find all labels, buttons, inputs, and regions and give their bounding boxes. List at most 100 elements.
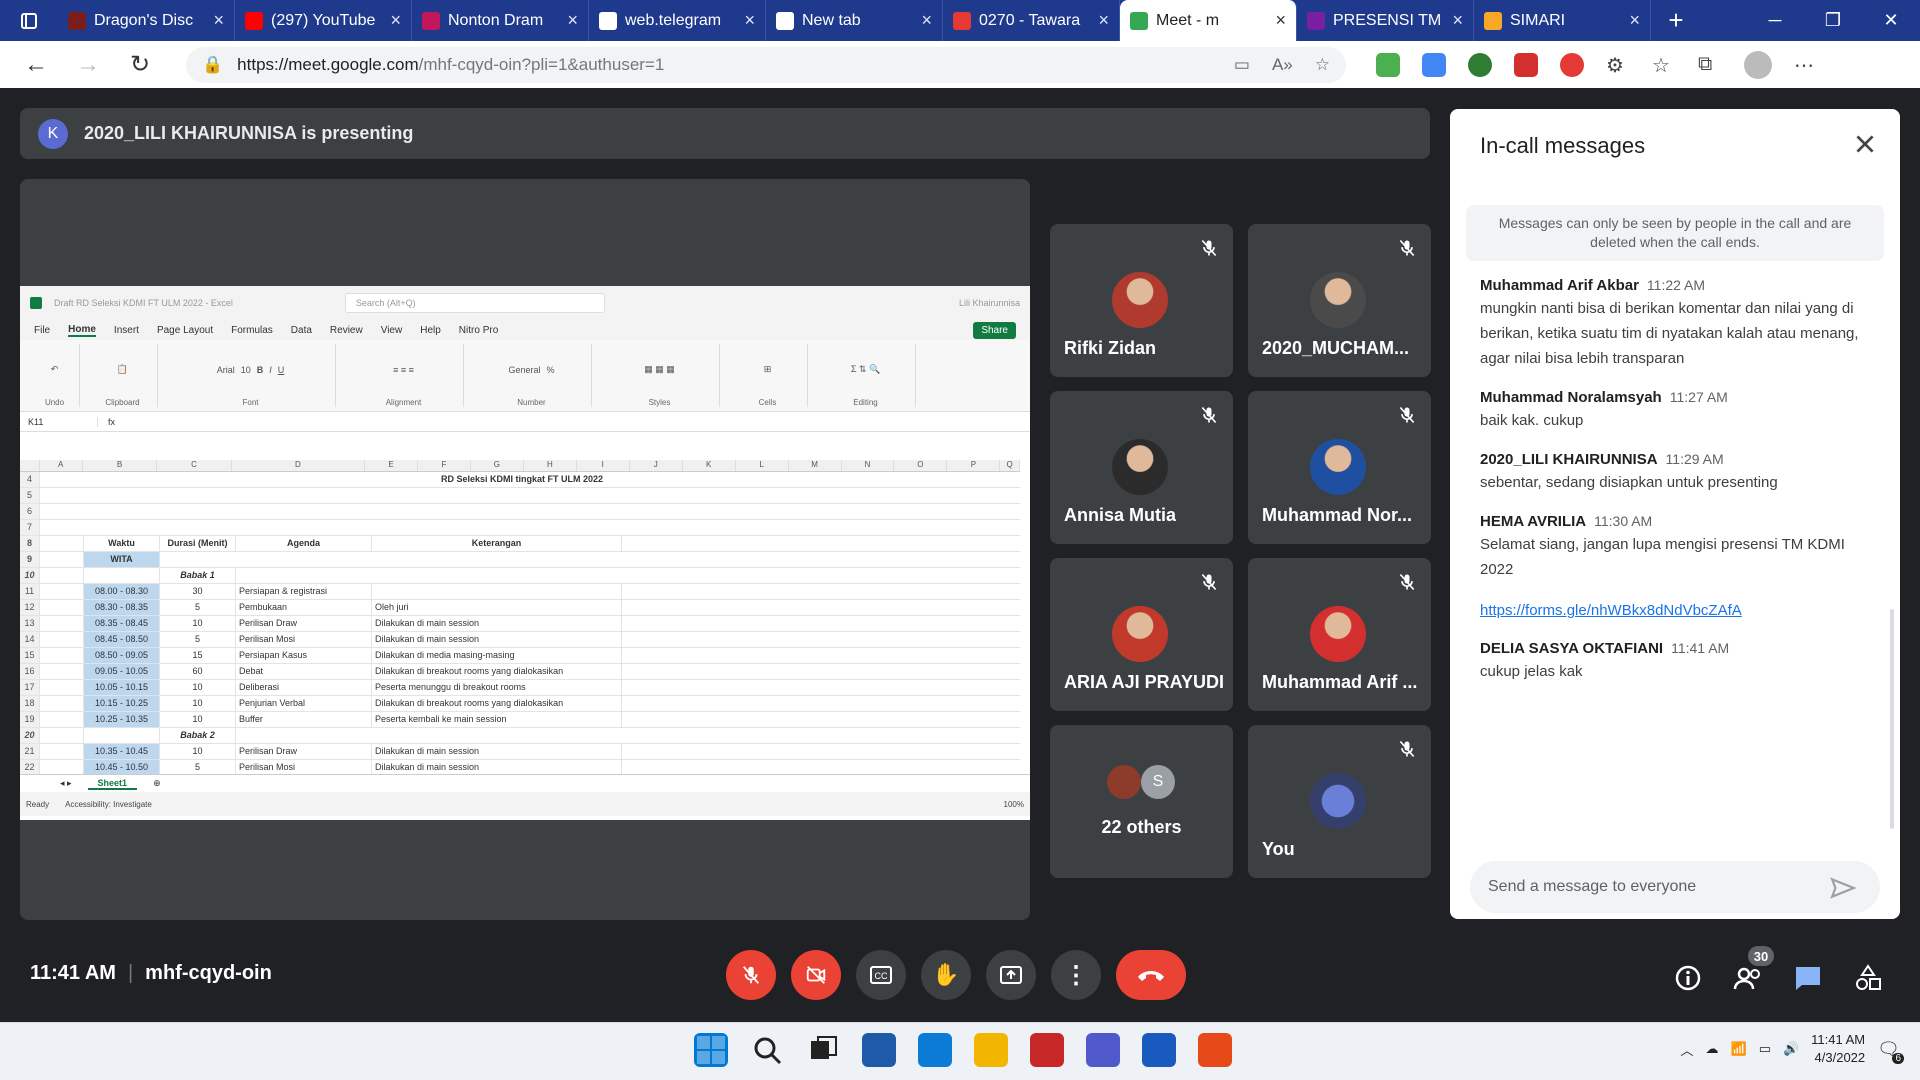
chat-input[interactable]: Send a message to everyone (1470, 861, 1880, 913)
forward-button[interactable]: → (62, 45, 114, 85)
record-ext-icon[interactable] (1560, 52, 1584, 77)
camera-icon[interactable]: ▭ (1234, 55, 1250, 75)
start-icon[interactable] (694, 1033, 728, 1067)
participant-tile[interactable]: Muhammad Nor... (1248, 391, 1431, 544)
favorites-icon[interactable]: ☆ (1652, 53, 1676, 77)
teams-icon[interactable] (1086, 1033, 1120, 1067)
wifi-icon[interactable]: 📶 (1731, 1041, 1747, 1057)
browser-tab[interactable]: Meet - m × (1120, 0, 1297, 41)
browser-tab[interactable]: (297) YouTube × (235, 0, 412, 41)
close-tab-icon[interactable]: × (921, 10, 932, 31)
message-time: 11:29 AM (1665, 451, 1724, 467)
others-tile[interactable]: S 22 others (1050, 725, 1233, 878)
meet-window: K 2020_LILI KHAIRUNNISA is presenting Dr… (0, 88, 1920, 1022)
back-button[interactable]: ← (10, 45, 62, 85)
chat-icon[interactable] (1790, 960, 1826, 996)
self-tile[interactable]: You (1248, 725, 1431, 878)
close-tab-icon[interactable]: × (1275, 10, 1286, 31)
babak-1: Babak 1 (160, 568, 236, 583)
more-menu-icon[interactable]: ⋯ (1794, 53, 1818, 77)
participant-tile[interactable]: Annisa Mutia (1050, 391, 1233, 544)
participant-name: ARIA AJI PRAYUDI (1064, 672, 1224, 692)
raise-hand-button[interactable]: ✋ (921, 950, 971, 1000)
notifications-icon[interactable]: 🗨 6 (1877, 1039, 1904, 1064)
send-icon[interactable] (1830, 877, 1856, 899)
tab-title: (297) YouTube (271, 11, 376, 29)
profile-avatar[interactable] (1744, 50, 1772, 79)
muted-mic-icon (1399, 740, 1415, 758)
cell-agenda: Deliberasi (236, 680, 372, 695)
tab-favicon-icon (422, 11, 440, 30)
chat-title: In-call messages (1480, 133, 1646, 158)
camera-off-button[interactable] (791, 950, 841, 1000)
collections-icon[interactable]: ⧉ (1698, 53, 1722, 77)
tab-favicon-icon (776, 11, 794, 30)
download-ext-icon[interactable] (1376, 52, 1400, 77)
reload-button[interactable]: ↻ (114, 45, 166, 85)
close-tab-icon[interactable]: × (1452, 10, 1463, 31)
taskbar-clock[interactable]: 11:41 AM 4/3/2022 (1811, 1031, 1865, 1067)
cell-keterangan: Oleh juri (372, 600, 622, 615)
participant-tile[interactable]: Rifki Zidan (1050, 224, 1233, 377)
meeting-details-icon[interactable] (1670, 960, 1706, 996)
close-tab-icon[interactable]: × (390, 10, 401, 31)
cell-agenda: Persiapan & registrasi (236, 584, 372, 599)
browser-tab[interactable]: Nonton Dram × (412, 0, 589, 41)
participant-tile[interactable]: ARIA AJI PRAYUDI (1050, 558, 1233, 711)
participant-tile[interactable]: 2020_MUCHAM... (1248, 224, 1431, 377)
url-field[interactable]: 🔒 https://meet.google.com/mhf-cqyd-oin?p… (186, 46, 1346, 83)
minimize-button[interactable]: ─ (1746, 0, 1804, 41)
browser-tab[interactable]: SIMARI × (1474, 0, 1651, 41)
participant-avatar (1112, 606, 1168, 662)
taskview-icon[interactable] (806, 1033, 840, 1067)
explorer-icon[interactable] (974, 1033, 1008, 1067)
close-tab-icon[interactable]: × (744, 10, 755, 31)
browser-tab[interactable]: PRESENSI TM × (1297, 0, 1474, 41)
browser-tab[interactable]: Dragon's Disc × (58, 0, 235, 41)
globe-ext-icon[interactable] (1468, 52, 1492, 77)
presentation-stage[interactable]: Draft RD Seleksi KDMI FT ULM 2022 - Exce… (20, 179, 1030, 920)
battery-icon[interactable]: ▭ (1759, 1041, 1771, 1057)
edge-icon[interactable] (918, 1033, 952, 1067)
close-window-button[interactable]: ✕ (1862, 0, 1920, 41)
excel-search: Search (Alt+Q) (344, 293, 605, 313)
new-tab-button[interactable]: + (1651, 0, 1701, 41)
pdf-ext-icon[interactable] (1514, 52, 1538, 77)
shared-excel-window: Draft RD Seleksi KDMI FT ULM 2022 - Exce… (20, 286, 1030, 820)
search-icon[interactable] (750, 1033, 784, 1067)
participant-tile[interactable]: Muhammad Arif ... (1248, 558, 1431, 711)
maximize-button[interactable]: ❐ (1804, 0, 1862, 41)
close-chat-icon[interactable] (1852, 131, 1878, 157)
cell-duration: 5 (160, 760, 236, 774)
mic-off-button[interactable] (726, 950, 776, 1000)
leave-call-button[interactable] (1116, 950, 1186, 1000)
sheet-title: RD Seleksi KDMI tingkat FT ULM 2022 (440, 474, 604, 484)
favorite-star-icon[interactable]: ☆ (1315, 55, 1330, 75)
present-button[interactable] (986, 950, 1036, 1000)
tab-actions-icon[interactable] (0, 0, 58, 41)
read-aloud-icon[interactable]: A» (1272, 55, 1293, 75)
close-tab-icon[interactable]: × (1629, 10, 1640, 31)
cloud-icon[interactable]: ☁ (1706, 1041, 1719, 1057)
chat-scrollbar[interactable] (1890, 609, 1894, 829)
extensions-icon[interactable]: ⚙ (1606, 53, 1630, 77)
more-options-button[interactable]: ⋮ (1051, 950, 1101, 1000)
chevron-up-icon[interactable]: ︿ (1680, 1040, 1693, 1059)
app2-icon[interactable] (1198, 1033, 1232, 1067)
translate-ext-icon[interactable] (1422, 52, 1446, 77)
column-header: B (83, 460, 158, 471)
word-icon[interactable] (1142, 1033, 1176, 1067)
close-tab-icon[interactable]: × (567, 10, 578, 31)
activities-icon[interactable] (1850, 960, 1886, 996)
browser-tab[interactable]: web.telegram × (589, 0, 766, 41)
widgets-icon[interactable] (862, 1033, 896, 1067)
browser-tab[interactable]: New tab × (766, 0, 943, 41)
app-icon[interactable] (1030, 1033, 1064, 1067)
message-link[interactable]: https://forms.gle/nhWBkx8dNdVbcZAfA (1480, 600, 1880, 622)
close-tab-icon[interactable]: × (1098, 10, 1109, 31)
browser-tab[interactable]: 0270 - Tawara × (943, 0, 1120, 41)
captions-button[interactable]: CC (856, 950, 906, 1000)
close-tab-icon[interactable]: × (213, 10, 224, 31)
volume-icon[interactable]: 🔊 (1783, 1041, 1799, 1057)
table-row: 11 08.00 - 08.30 30 Persiapan & registrasi (20, 584, 1020, 600)
